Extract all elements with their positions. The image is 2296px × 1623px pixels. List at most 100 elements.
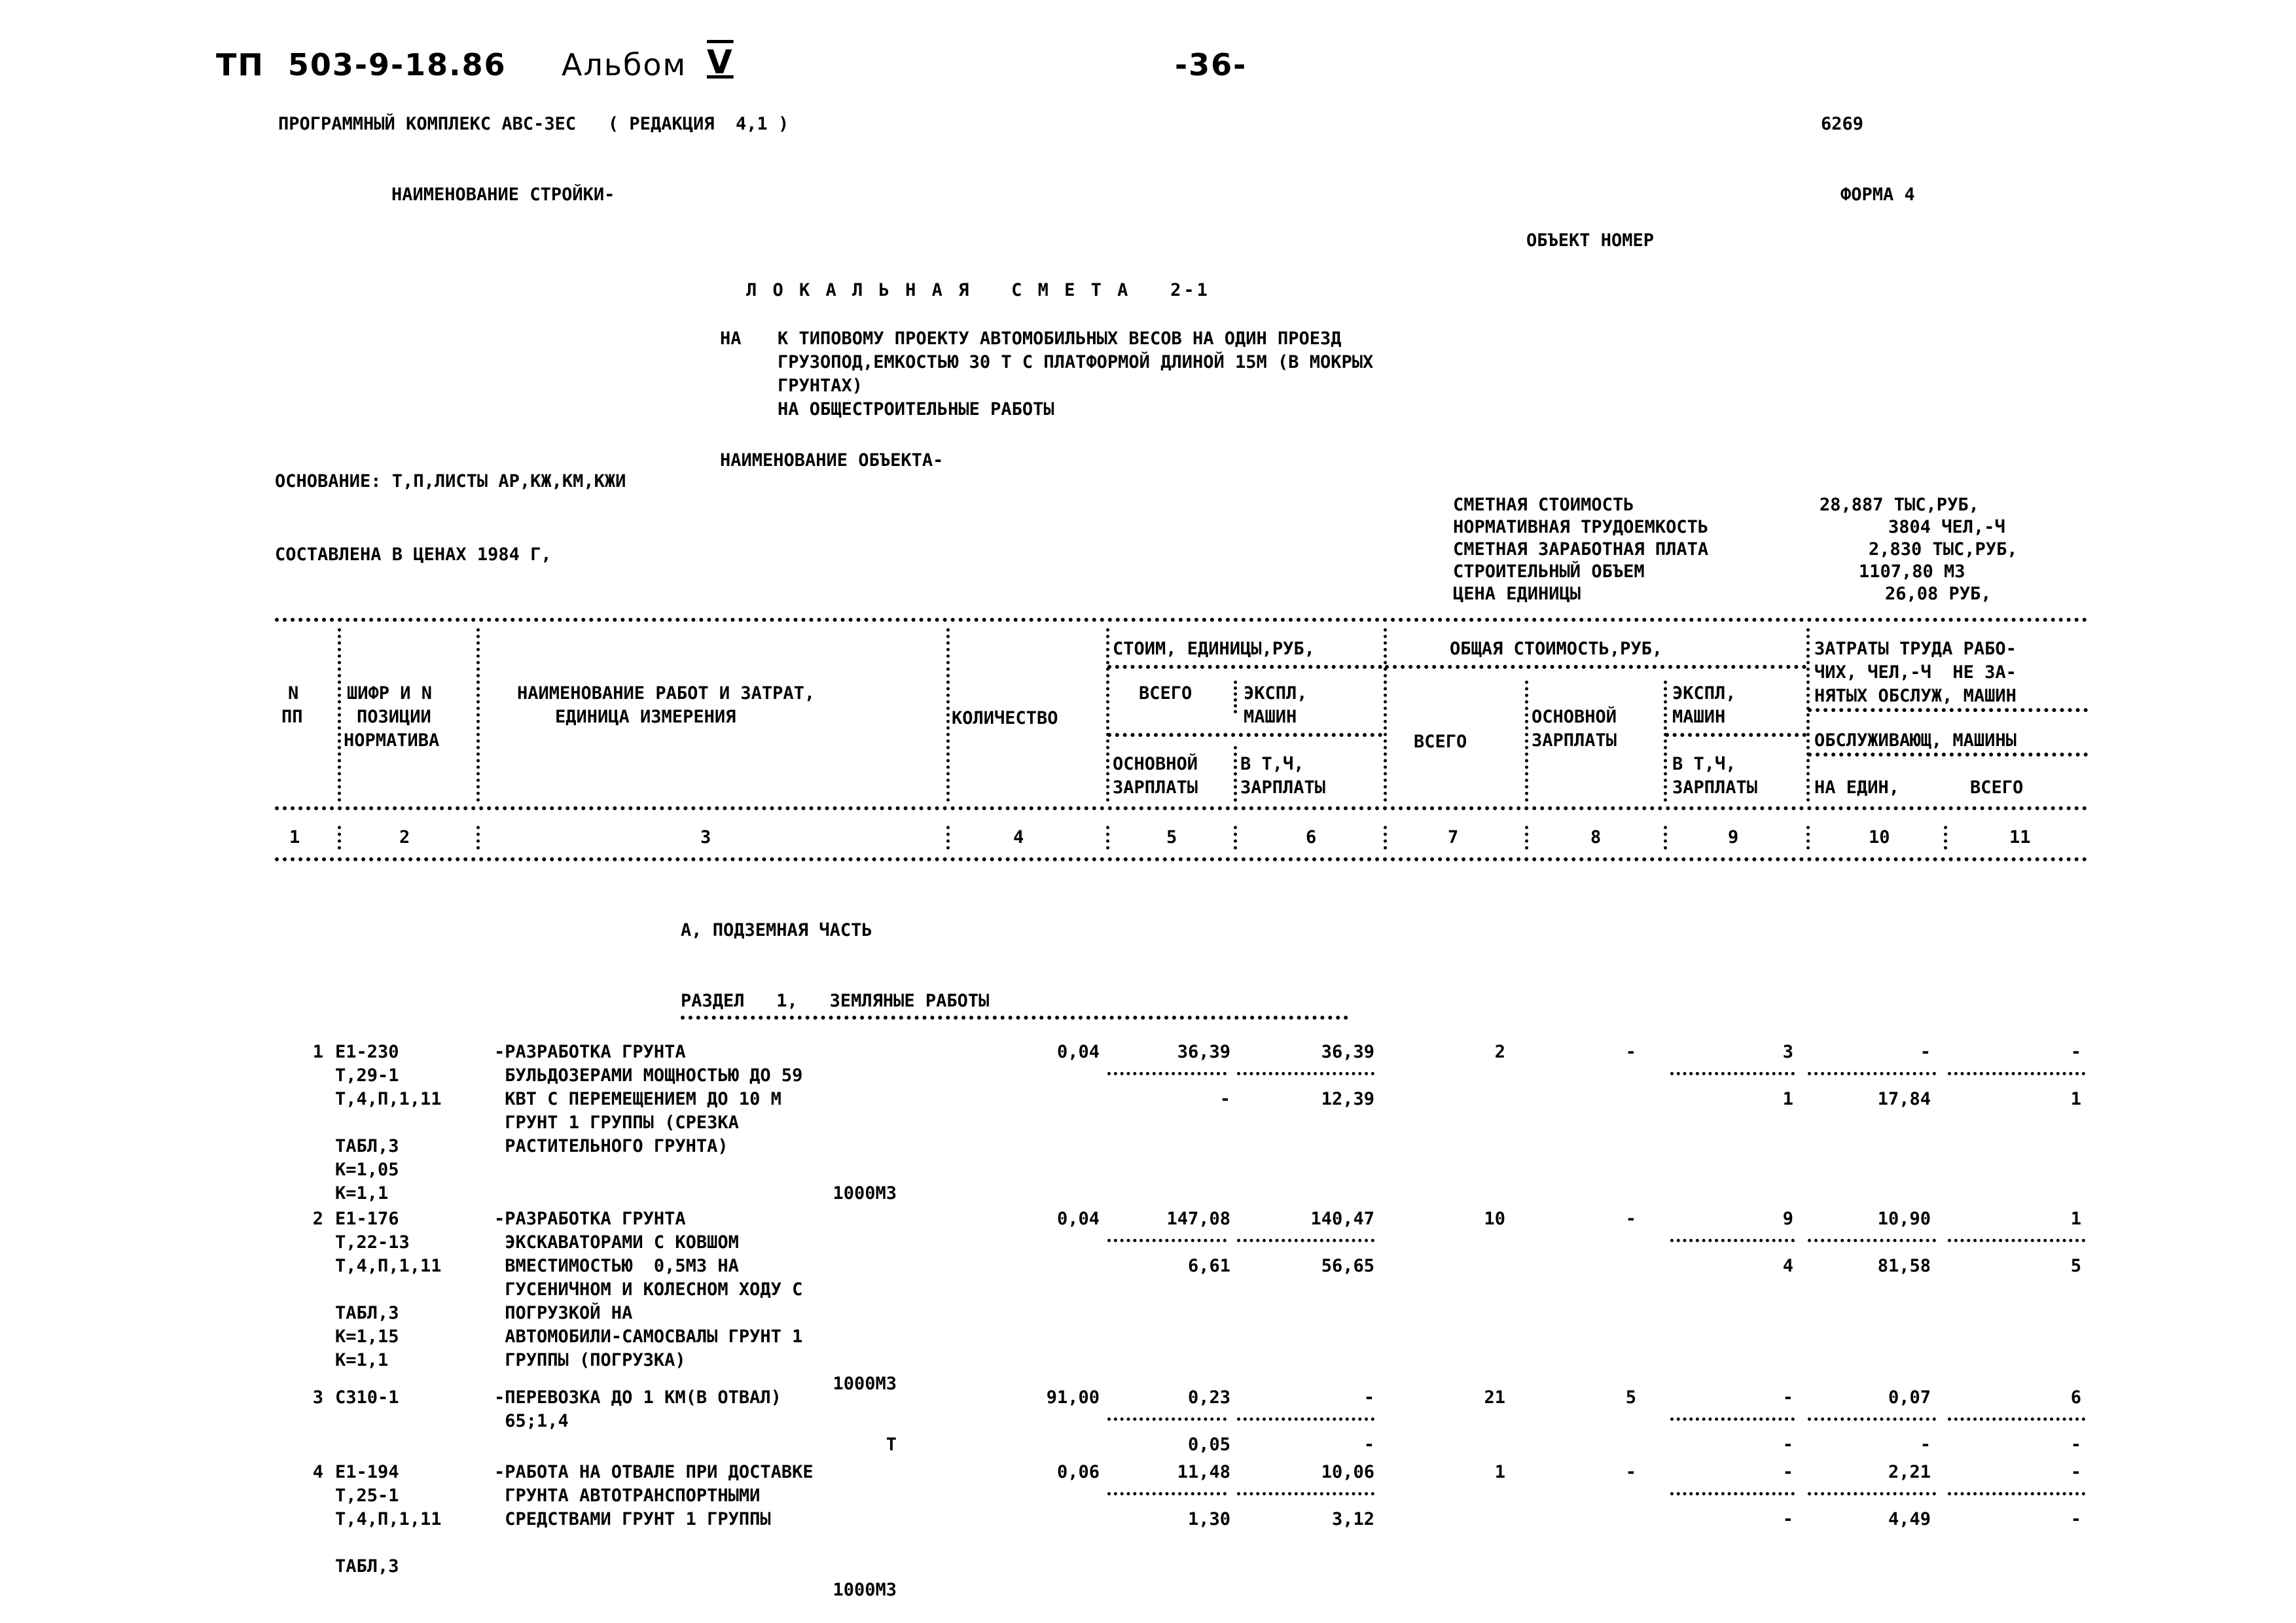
col-separator [1664,826,1667,849]
header-col3: ЕДИНИЦА ИЗМЕРЕНИЯ [555,707,736,727]
section-part-heading: А, ПОДЗЕМНАЯ ЧАСТЬ [681,920,872,940]
row-unit-machines: 140,47 [1310,1209,1374,1229]
row-code: Е1-194 [335,1462,399,1482]
construction-name-label: НАИМЕНОВАНИЕ СТРОЙКИ- [391,185,615,205]
summary-value: 28,887 ТЫС,РУБ, [1820,495,1979,515]
row-work-name: АВТОМОБИЛИ-САМОСВАЛЫ ГРУНТ 1 [494,1327,803,1347]
row-work-name: КВТ С ПЕРЕМЕЩЕНИЕМ ДО 10 М [494,1089,781,1109]
header-labor-group: ЧИХ, ЧЕЛ,-Ч НЕ ЗА- [1814,662,2017,683]
header-unit-incl-wage: ЗАРПЛАТЫ [1240,777,1326,798]
row-total-machines: 3 [1782,1042,1793,1062]
row-labor-unit-machines: 4,49 [1888,1509,1931,1529]
total-cost-subrule [1385,665,1806,669]
row-unit-total: 0,23 [1187,1387,1230,1408]
header-unit-base-wage: ЗАРПЛАТЫ [1113,777,1198,798]
row-unit: 1000М3 [833,1183,897,1204]
row-unit-wage: 1,30 [1187,1509,1230,1529]
row-labor-total: - [2070,1462,2081,1482]
column-number: 3 [700,827,711,847]
row-number: 3 [312,1387,323,1408]
row-total-machine-wage: 1 [1782,1089,1793,1109]
col-separator [476,826,480,849]
summary-value: 3804 ЧЕЛ,-Ч [1888,517,2005,537]
header-labor-group: ЗАТРАТЫ ТРУДА РАБО- [1814,639,2017,659]
header-labor-group: НЯТЫХ ОБСЛУЖ, МАШИН [1814,686,2017,706]
col-separator [946,826,950,849]
row-work-name: ЭКСКАВАТОРАМИ С КОВШОМ [494,1232,739,1253]
row-code: Т,29-1 [335,1065,399,1086]
header-total-incl-wage: ЗАРПЛАТЫ [1672,777,1758,798]
row-number: 2 [312,1209,323,1229]
row-labor-unit-machines: - [1920,1435,1931,1455]
header-total-machines: ЭКСПЛ, [1672,683,1736,704]
summary-label: СМЕТНАЯ СТОИМОСТЬ [1453,495,1634,515]
estimate-title: Л О К А Л Ь Н А Я С М Е Т А 2-1 [746,280,1210,300]
row-unit-wage: - [1219,1089,1230,1109]
row-subrule [1670,1418,1795,1421]
row-unit: 1000М3 [833,1580,897,1600]
row-subrule [1237,1492,1374,1495]
row-unit-total: 36,39 [1177,1042,1230,1062]
row-total-wage: 5 [1625,1387,1636,1408]
summary-label: ЦЕНА ЕДИНИЦЫ [1453,584,1581,604]
header-col2: ПОЗИЦИИ [357,707,431,727]
row-subrule [1237,1239,1374,1242]
row-code: К=1,15 [335,1327,399,1347]
header-total-incl-wage: В Т,Ч, [1672,754,1736,774]
row-code: Т,25-1 [335,1486,399,1506]
row-subrule [1808,1239,1936,1242]
col-separator [1234,681,1237,713]
header-col1: ПП [281,707,303,727]
row-work-name: 65;1,4 [494,1411,569,1431]
column-number: 1 [289,827,300,847]
row-code: Т,4,П,1,11 [335,1256,442,1276]
col-separator [1806,826,1810,849]
row-subrule [1948,1072,2085,1075]
row-code: Т,4,П,1,11 [335,1509,442,1529]
row-subrule [1107,1418,1227,1421]
header-labor-per-unit: НА ЕДИН, [1814,777,1900,798]
row-subrule [1107,1072,1227,1075]
header-top-rule [275,618,2088,622]
row-total-wage: - [1625,1462,1636,1482]
row-unit: Т [886,1435,897,1455]
section-title-underline [681,1016,1348,1020]
row-subrule [1808,1418,1936,1421]
row-unit-wage: 0,05 [1187,1435,1230,1455]
header-total-all: ВСЕГО [1414,732,1467,752]
total-machines-subrule [1665,733,1806,737]
header-col2: НОРМАТИВА [344,730,440,751]
row-labor-unit-machines: 81,58 [1877,1256,1931,1276]
row-subrule [1948,1418,2085,1421]
col-separator [1944,826,1947,849]
row-code: Е1-176 [335,1209,399,1229]
header-col1: N [288,683,299,704]
row-unit-machines: - [1363,1387,1374,1408]
summary-label: СТРОИТЕЛЬНЫЙ ОБЪЕМ [1453,562,1645,582]
row-code: К=1,05 [335,1160,399,1180]
col-separator [1664,681,1667,802]
row-work-name: -ПЕРЕВОЗКА ДО 1 КМ(В ОТВАЛ) [494,1387,781,1408]
row-code: ТАБЛ,3 [335,1556,399,1577]
subtitle-line: НА ОБЩЕСТРОИТЕЛЬНЫЕ РАБОТЫ [778,399,1054,419]
header-total-machines: МАШИН [1672,707,1726,727]
header-col4: КОЛИЧЕСТВО [952,708,1058,728]
row-labor-unit-machines: 17,84 [1877,1089,1931,1109]
column-number: 2 [399,827,410,847]
row-subrule [1808,1072,1936,1075]
row-code: ТАБЛ,3 [335,1303,399,1323]
header-unit-base-wage: ОСНОВНОЙ [1113,754,1198,774]
column-number: 5 [1166,827,1177,847]
row-labor-total-machines: - [2070,1435,2081,1455]
header-unit-total: ВСЕГО [1139,683,1193,704]
row-code: К=1,1 [335,1183,389,1204]
row-quantity: 0,04 [1056,1042,1100,1062]
row-work-name: -РАЗРАБОТКА ГРУНТА [494,1042,686,1062]
unit-cost-subrule2 [1107,733,1382,737]
col-separator [338,628,341,802]
row-unit-machine-wage: 3,12 [1331,1509,1374,1529]
row-subrule [1808,1492,1936,1495]
row-labor-total-machines: - [2070,1509,2081,1529]
col-separator [1106,826,1109,849]
row-labor-unit: 10,90 [1877,1209,1931,1229]
